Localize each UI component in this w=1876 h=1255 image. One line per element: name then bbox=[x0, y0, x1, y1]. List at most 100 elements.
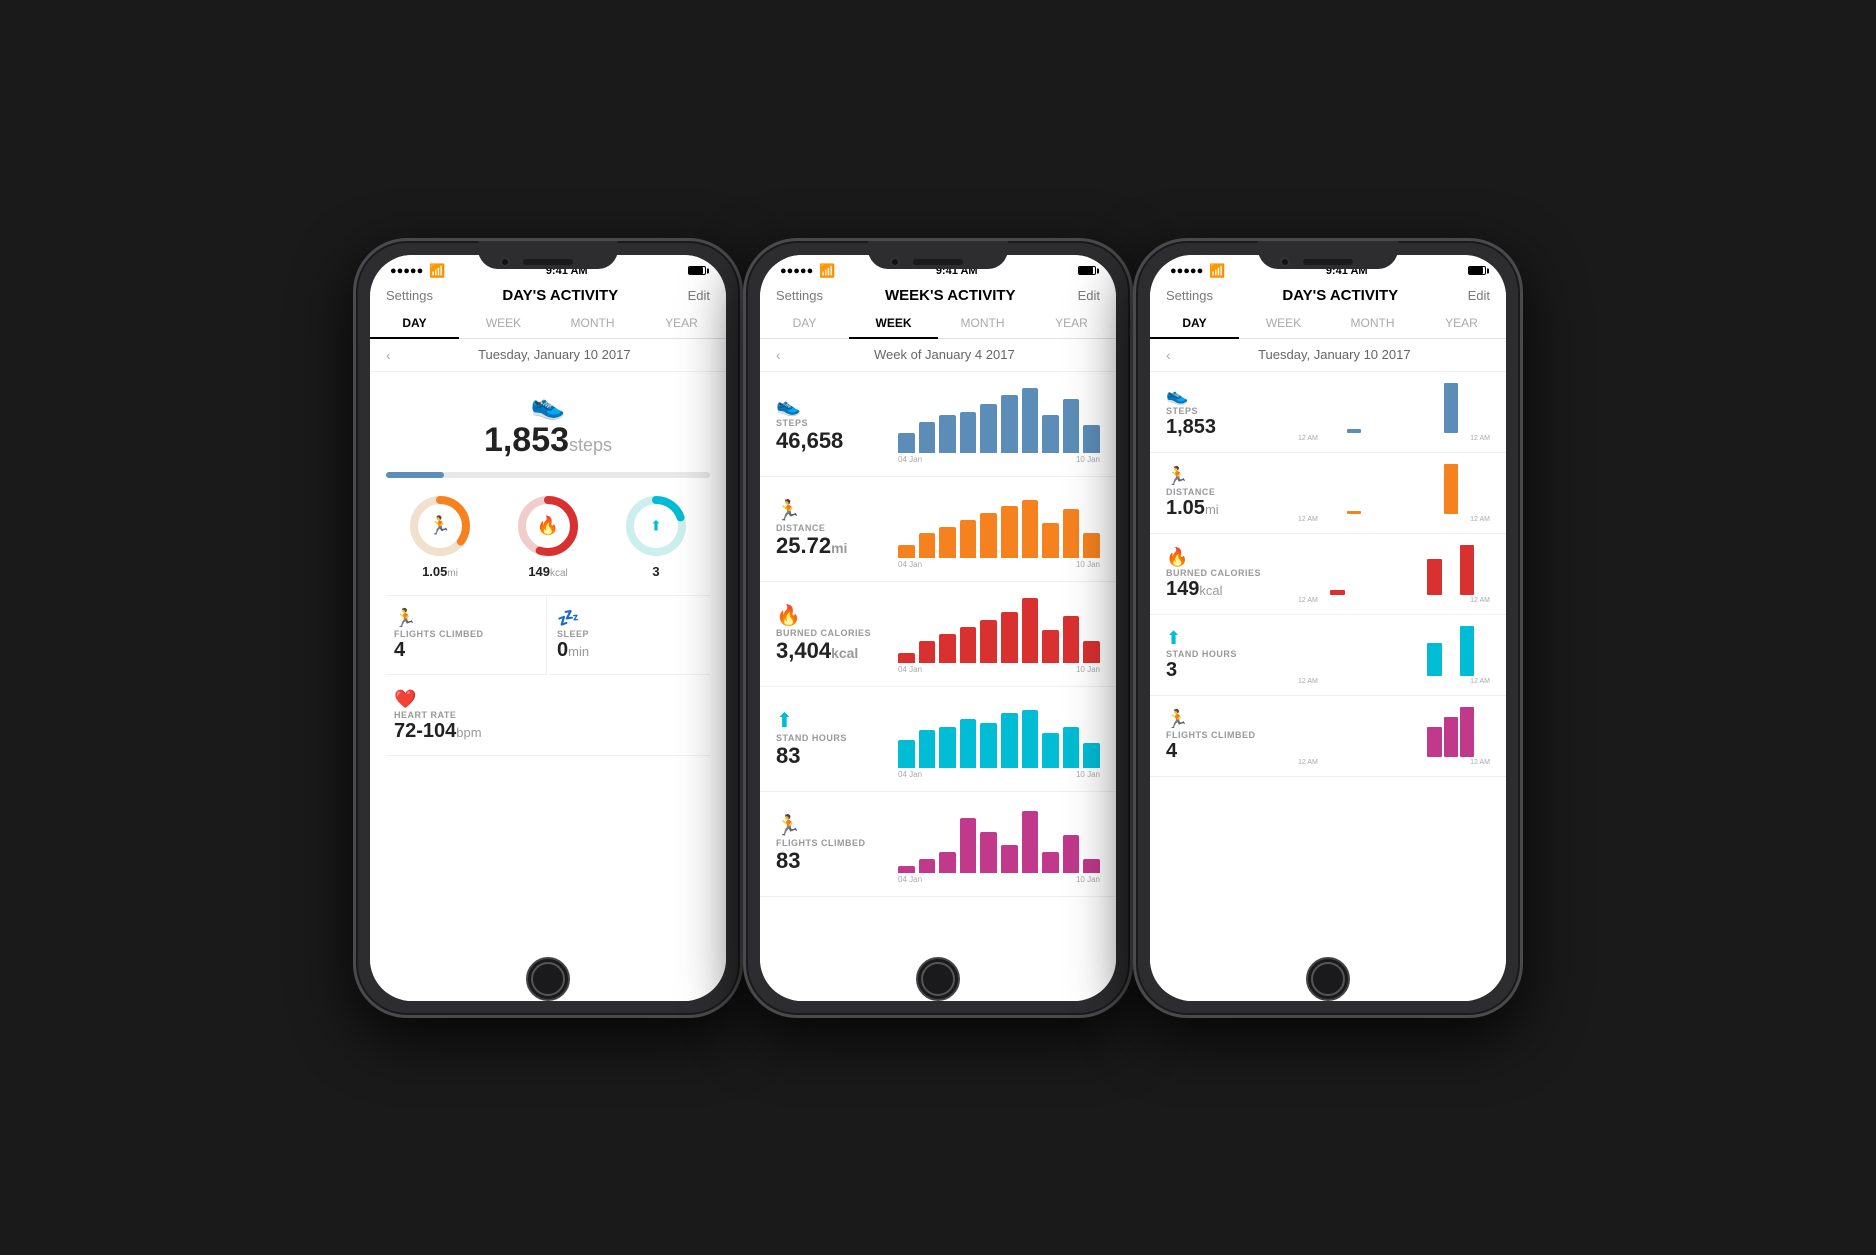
phone-2-home[interactable] bbox=[916, 957, 960, 1001]
phone-2-screen: ●●●●● 📶 9:41 AM Settings WEEK'S ACTIVITY… bbox=[760, 255, 1116, 1001]
day-flights-bars bbox=[1298, 707, 1490, 757]
phone-1-vol-up[interactable] bbox=[353, 341, 356, 373]
phone-2-settings[interactable]: Settings bbox=[776, 288, 823, 303]
day-distance-label: DISTANCE bbox=[1166, 487, 1286, 497]
tab-month-3[interactable]: MONTH bbox=[1328, 308, 1417, 338]
phone-2-prev[interactable]: ‹ bbox=[776, 347, 781, 363]
phone-1-speaker bbox=[523, 259, 573, 265]
wifi-icon-3: 📶 bbox=[1209, 263, 1225, 279]
tab-year-3[interactable]: YEAR bbox=[1417, 308, 1506, 338]
phone-2-mute[interactable] bbox=[743, 315, 746, 333]
tab-week-3[interactable]: WEEK bbox=[1239, 308, 1328, 338]
phone-1-content[interactable]: 👟 1,853steps bbox=[370, 372, 726, 1001]
week-steps-row: 👟 STEPS 46,658 bbox=[760, 372, 1116, 477]
phone-3-home[interactable] bbox=[1306, 957, 1350, 1001]
phone-3-nav: Settings DAY'S ACTIVITY Edit bbox=[1150, 283, 1506, 308]
day-flights-labels: 12 AM 12 AM bbox=[1298, 759, 1490, 766]
steps-icon: 👟 bbox=[386, 388, 710, 421]
phone-3-edit[interactable]: Edit bbox=[1468, 288, 1490, 303]
tab-week-2[interactable]: WEEK bbox=[849, 308, 938, 338]
day-flights-chart: 12 AM 12 AM bbox=[1298, 706, 1490, 766]
week-steps-icon: 👟 bbox=[776, 393, 886, 418]
phone-1-prev[interactable]: ‹ bbox=[386, 347, 391, 363]
day-stand-value: 3 bbox=[1166, 659, 1286, 682]
week-calories-chart: 04 Jan 10 Jan bbox=[898, 594, 1100, 674]
ring-stand-icon: ⬆ bbox=[650, 517, 662, 534]
week-stand-label: STAND HOURS bbox=[776, 733, 886, 743]
week-calories-row: 🔥 BURNED CALORIES 3,404kcal bbox=[760, 582, 1116, 687]
metrics-grid: 🏃 FLIGHTS CLIMBED 4 💤 SLEEP 0min ❤️ bbox=[386, 595, 710, 756]
sleep-icon: 💤 bbox=[557, 608, 702, 629]
tab-month-1[interactable]: MONTH bbox=[548, 308, 637, 338]
phone-3-content[interactable]: 👟 STEPS 1,853 bbox=[1150, 372, 1506, 1001]
phone-3-vol-up[interactable] bbox=[1133, 341, 1136, 373]
day-distance-value: 1.05mi bbox=[1166, 497, 1286, 520]
phone-2-edit[interactable]: Edit bbox=[1078, 288, 1100, 303]
phone-1-camera bbox=[500, 257, 510, 267]
phone-3-frame: ●●●●● 📶 9:41 AM Settings DAY'S ACTIVITY … bbox=[1133, 238, 1523, 1018]
week-distance-label: DISTANCE bbox=[776, 523, 886, 533]
phone-2-date-nav: ‹ Week of January 4 2017 bbox=[760, 339, 1116, 372]
day-distance-row: 🏃 DISTANCE 1.05mi bbox=[1150, 453, 1506, 534]
week-calories-icon: 🔥 bbox=[776, 603, 886, 628]
phone-1-mute[interactable] bbox=[353, 315, 356, 333]
flights-icon: 🏃 bbox=[394, 608, 538, 629]
steps-chart-labels: 04 Jan 10 Jan bbox=[898, 455, 1100, 464]
phone-3-time: 9:41 AM bbox=[1326, 265, 1368, 277]
phone-1-date: Tuesday, January 10 2017 bbox=[399, 347, 710, 362]
progress-fill bbox=[386, 472, 444, 478]
day-stand-icon: ⬆ bbox=[1166, 628, 1286, 649]
day-flights-label: FLIGHTS CLIMBED bbox=[1166, 730, 1286, 740]
phone-3-battery bbox=[1468, 266, 1486, 275]
tab-day-3[interactable]: DAY bbox=[1150, 308, 1239, 338]
tab-day-2[interactable]: DAY bbox=[760, 308, 849, 338]
day-steps-left: 👟 STEPS 1,853 bbox=[1166, 385, 1286, 439]
signal-dots-3: ●●●●● bbox=[1170, 265, 1203, 277]
flights-label: FLIGHTS CLIMBED bbox=[394, 629, 538, 639]
sleep-value: 0min bbox=[557, 639, 702, 662]
wifi-icon-2: 📶 bbox=[819, 263, 835, 279]
week-steps-left: 👟 STEPS 46,658 bbox=[776, 393, 886, 454]
day-calories-row: 🔥 BURNED CALORIES 149kcal bbox=[1150, 534, 1506, 615]
phone-1-vol-down[interactable] bbox=[353, 383, 356, 415]
tab-day-1[interactable]: DAY bbox=[370, 308, 459, 338]
tab-week-1[interactable]: WEEK bbox=[459, 308, 548, 338]
phone-3-settings[interactable]: Settings bbox=[1166, 288, 1213, 303]
signal-dots-2: ●●●●● bbox=[780, 265, 813, 277]
heart-rate-cell: ❤️ HEART RATE 72-104bpm bbox=[386, 677, 710, 756]
phone-3-prev[interactable]: ‹ bbox=[1166, 347, 1171, 363]
week-flights-value: 83 bbox=[776, 848, 886, 874]
phone-3-camera bbox=[1280, 257, 1290, 267]
phone-2-time: 9:41 AM bbox=[936, 265, 978, 277]
ring-calories-icon: 🔥 bbox=[537, 515, 559, 536]
flights-value: 4 bbox=[394, 639, 538, 662]
week-metrics: 👟 STEPS 46,658 bbox=[760, 372, 1116, 897]
phone-3-mute[interactable] bbox=[1133, 315, 1136, 333]
rings-row: 🏃 1.05mi bbox=[386, 494, 710, 579]
tab-month-2[interactable]: MONTH bbox=[938, 308, 1027, 338]
week-distance-left: 🏃 DISTANCE 25.72mi bbox=[776, 498, 886, 559]
heart-value: 72-104bpm bbox=[394, 720, 702, 743]
phone-1-edit[interactable]: Edit bbox=[688, 288, 710, 303]
day-calories-value: 149kcal bbox=[1166, 578, 1286, 601]
tab-year-1[interactable]: YEAR bbox=[637, 308, 726, 338]
phone-2-vol-up[interactable] bbox=[743, 341, 746, 373]
phone-2-content[interactable]: 👟 STEPS 46,658 bbox=[760, 372, 1116, 1001]
phone-1-settings[interactable]: Settings bbox=[386, 288, 433, 303]
day-steps-label: STEPS bbox=[1166, 406, 1286, 416]
ring-distance-circle: 🏃 bbox=[408, 494, 472, 558]
stand-bars bbox=[898, 703, 1100, 768]
signal-dots: ●●●●● bbox=[390, 265, 423, 277]
phone-1-time: 9:41 AM bbox=[546, 265, 588, 277]
phone-3-power[interactable] bbox=[1520, 361, 1523, 411]
day-stand-labels: 12 AM 12 AM bbox=[1298, 678, 1490, 685]
day-calories-labels: 12 AM 12 AM bbox=[1298, 597, 1490, 604]
tab-year-2[interactable]: YEAR bbox=[1027, 308, 1116, 338]
phone-3-vol-down[interactable] bbox=[1133, 383, 1136, 415]
day-calories-bars bbox=[1298, 545, 1490, 595]
phone-1-home[interactable] bbox=[526, 957, 570, 1001]
phone-3-date: Tuesday, January 10 2017 bbox=[1179, 347, 1490, 362]
ring-calories-value: 149kcal bbox=[528, 564, 568, 579]
phones-container: ●●●●● 📶 9:41 AM Settings DAY'S ACTIVITY … bbox=[353, 238, 1523, 1018]
phone-2-vol-down[interactable] bbox=[743, 383, 746, 415]
